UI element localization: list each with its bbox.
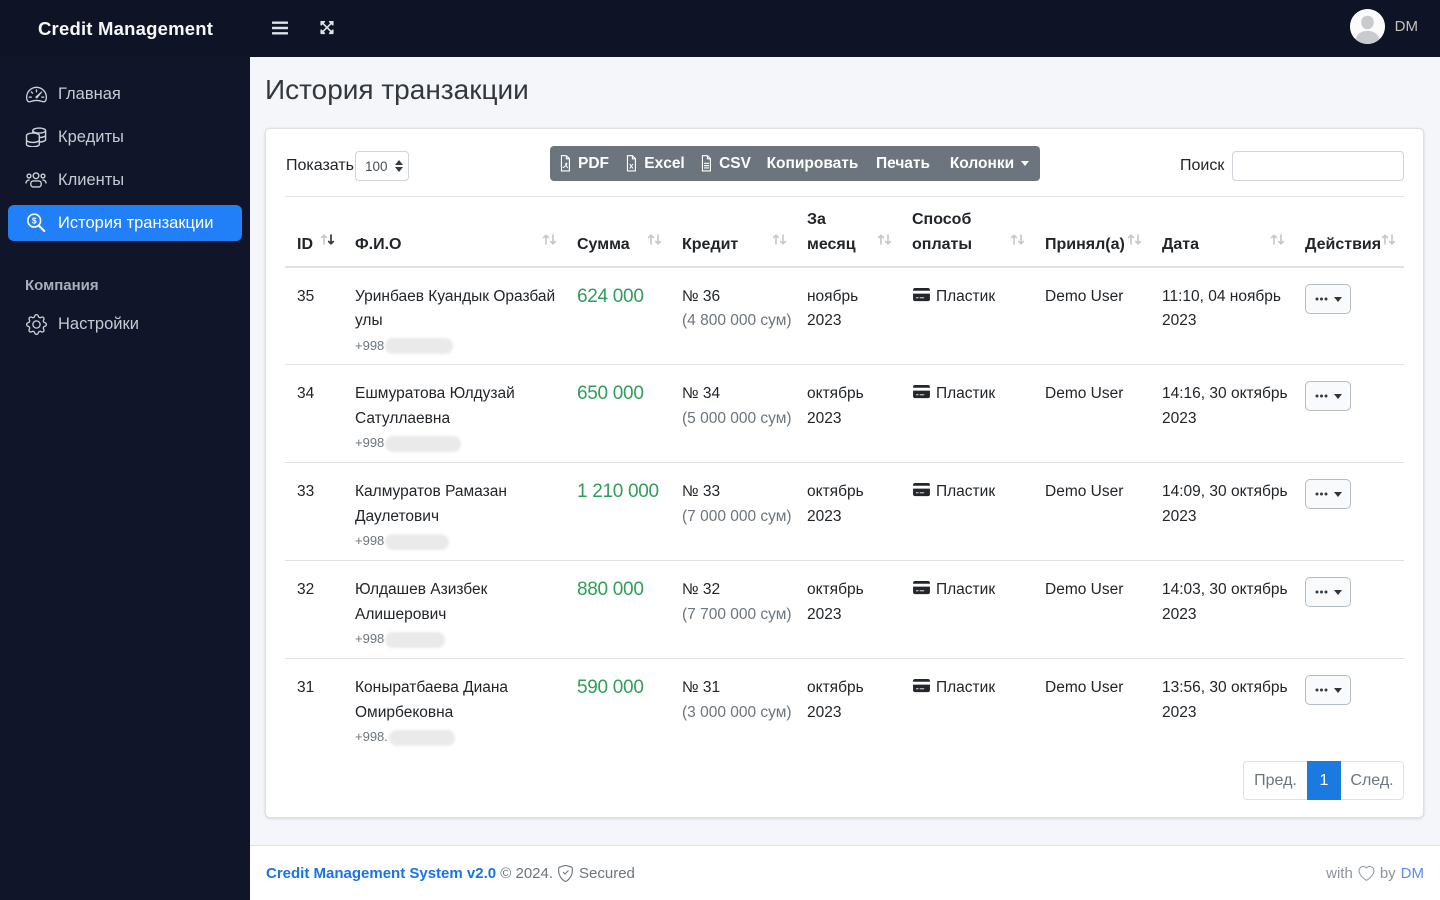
svg-text:$: $ xyxy=(32,216,37,226)
svg-text:x: x xyxy=(629,161,634,170)
